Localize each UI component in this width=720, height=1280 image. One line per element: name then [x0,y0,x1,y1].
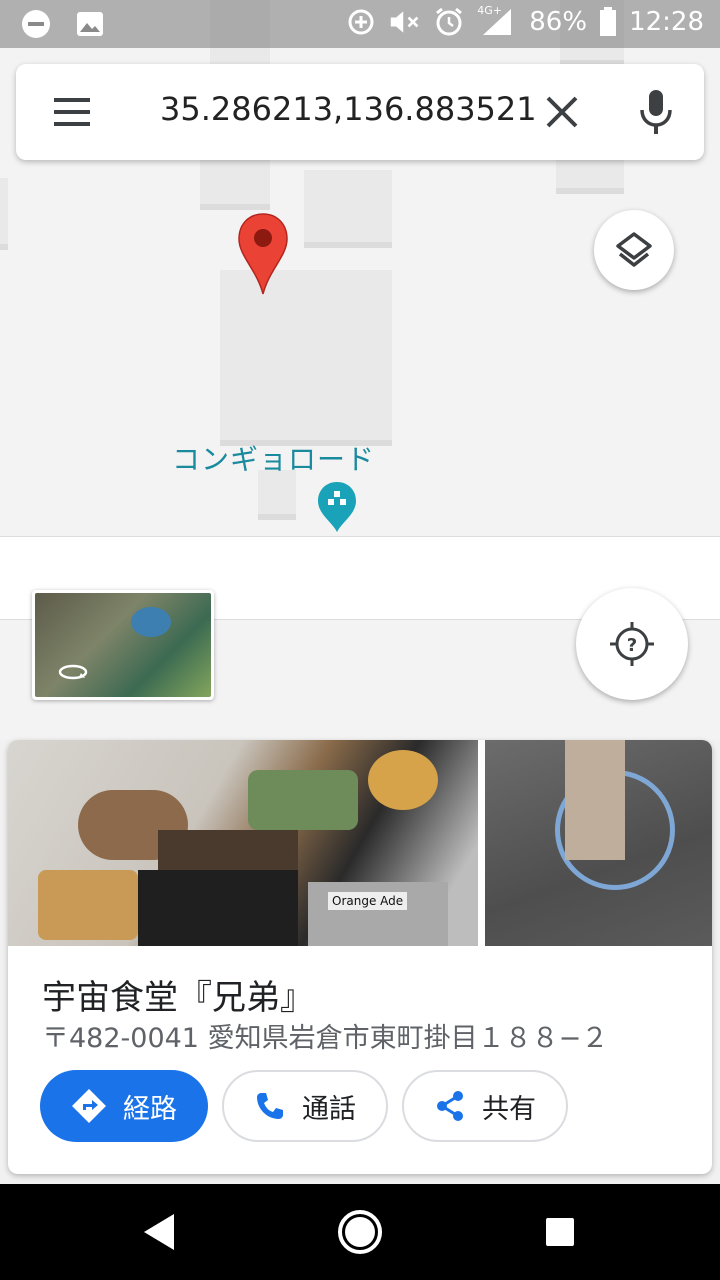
battery-icon [599,6,617,38]
data-saver-icon [345,6,377,38]
place-photo-food[interactable]: Orange Ade [8,740,478,946]
search-bar[interactable]: 35.286213,136.883521 [16,64,704,160]
map-place-label[interactable]: コンギョロード [172,438,375,478]
image-icon [74,8,106,40]
place-card[interactable]: Orange Ade 宇宙食堂『兄弟』 〒482-0041 愛知県岩倉市東町掛目… [8,740,712,1174]
alarm-icon [433,6,465,38]
call-label: 通話 [302,1093,356,1125]
place-photo-street[interactable] [485,740,712,946]
share-label: 共有 [482,1093,536,1125]
share-button[interactable]: 共有 [402,1070,568,1142]
recents-button[interactable] [534,1206,586,1258]
volume-muted-icon [389,6,421,38]
layers-button[interactable] [594,210,674,290]
close-icon[interactable] [540,90,584,134]
rotate-360-icon [58,664,88,680]
back-button[interactable] [134,1206,186,1258]
home-icon [338,1210,382,1254]
do-not-disturb-icon [20,8,52,40]
directions-icon [72,1089,106,1123]
search-input[interactable]: 35.286213,136.883521 [160,90,537,128]
network-type-label: 4G+ [477,4,503,17]
place-address: 〒482-0041 愛知県岩倉市東町掛目１８８−２ [42,1023,609,1054]
menu-icon[interactable] [52,94,92,130]
status-bar: 4G+ 86% 12:28 [0,0,720,48]
map-building [304,170,392,242]
map-building [0,178,8,244]
battery-percent: 86% [529,7,588,37]
place-name: 宇宙食堂『兄弟』 [42,978,314,1018]
street-view-image [35,593,211,697]
location-pin-icon[interactable] [237,212,289,296]
location-unknown-icon: ? [610,622,654,666]
phone-icon [257,1093,283,1119]
clock: 12:28 [629,7,704,37]
poi-marker-icon[interactable] [316,480,358,534]
home-button[interactable] [334,1206,386,1258]
recents-icon [546,1218,574,1246]
microphone-icon[interactable] [636,88,676,136]
layers-icon [616,232,652,267]
call-button[interactable]: 通話 [222,1070,388,1142]
photo-label: Orange Ade [328,892,408,910]
svg-text:?: ? [627,635,637,656]
my-location-button[interactable]: ? [576,588,688,700]
directions-button[interactable]: 経路 [40,1070,208,1142]
navigation-bar [0,1184,720,1280]
signal-icon: 4G+ [477,4,517,38]
street-view-thumbnail[interactable] [32,590,214,700]
share-icon [437,1091,463,1121]
back-icon [144,1214,174,1250]
directions-label: 経路 [123,1093,177,1125]
